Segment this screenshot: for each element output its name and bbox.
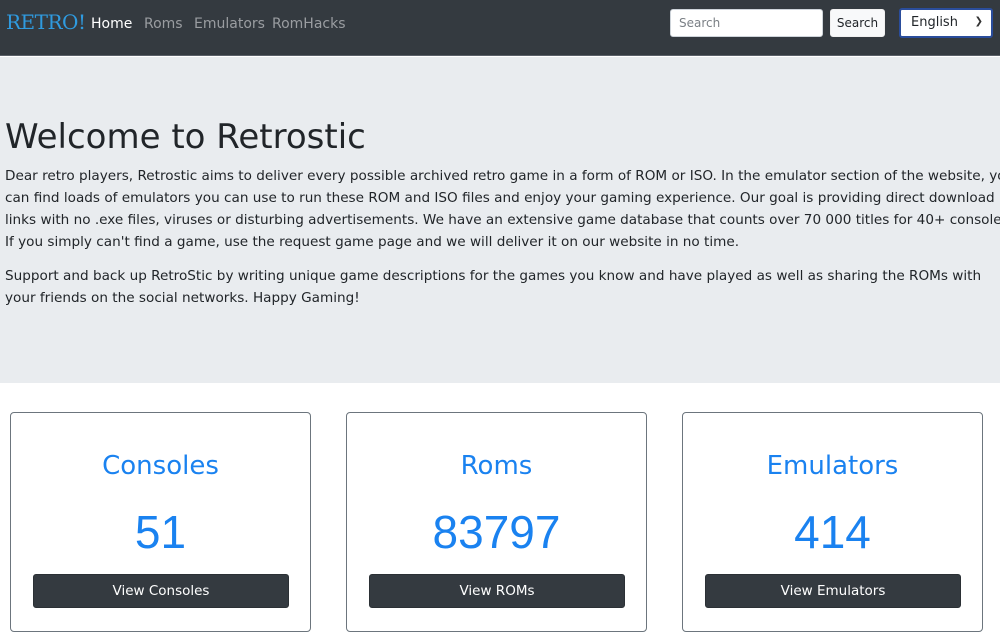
navbar: RETRO! Home Roms Emulators RomHacks Sear… bbox=[0, 0, 1000, 56]
search-button[interactable]: Search bbox=[830, 9, 885, 37]
card-roms: Roms 83797 View ROMs bbox=[346, 412, 647, 632]
support-paragraph: Support and back up RetroStic by writing… bbox=[5, 268, 982, 306]
chevron-down-icon: ❯ bbox=[974, 16, 983, 27]
card-count: 51 bbox=[134, 506, 187, 558]
brand-logo[interactable]: RETRO! bbox=[6, 10, 86, 34]
view-emulators-button[interactable]: View Emulators bbox=[705, 574, 961, 608]
card-title: Roms bbox=[460, 451, 533, 481]
view-roms-button[interactable]: View ROMs bbox=[369, 574, 625, 608]
nav-link-roms[interactable]: Roms bbox=[144, 16, 183, 32]
nav-link-home[interactable]: Home bbox=[91, 16, 132, 32]
language-selected: English bbox=[911, 15, 958, 30]
view-consoles-button[interactable]: View Consoles bbox=[33, 574, 289, 608]
card-consoles: Consoles 51 View Consoles bbox=[10, 412, 311, 632]
card-emulators: Emulators 414 View Emulators bbox=[682, 412, 983, 632]
jumbotron: Welcome to Retrostic Dear retro players,… bbox=[0, 57, 1000, 383]
nav-link-romhacks[interactable]: RomHacks bbox=[272, 16, 346, 32]
search-input[interactable] bbox=[670, 9, 823, 37]
language-select[interactable]: English ❯ bbox=[899, 8, 993, 38]
page-title: Welcome to Retrostic bbox=[5, 117, 366, 157]
nav-link-emulators[interactable]: Emulators bbox=[194, 16, 265, 32]
card-count: 414 bbox=[794, 506, 871, 558]
card-title: Consoles bbox=[102, 451, 219, 481]
card-count: 83797 bbox=[432, 506, 561, 558]
card-title: Emulators bbox=[766, 451, 899, 481]
intro-paragraph: Dear retro players, Retrostic aims to de… bbox=[5, 168, 1000, 250]
